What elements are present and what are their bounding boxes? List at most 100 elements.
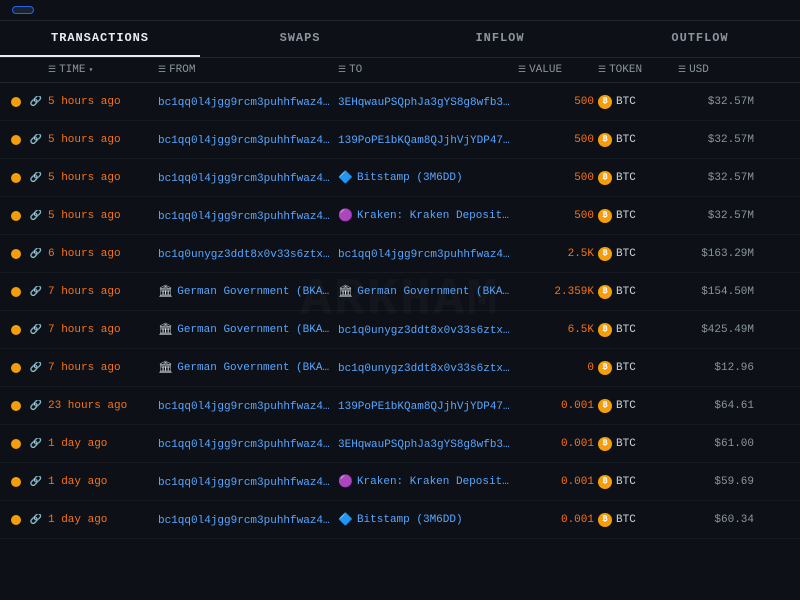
usd-cell: $32.57M xyxy=(678,172,758,184)
time-cell: 6 hours ago xyxy=(48,248,158,260)
link-icon[interactable]: 🔗 xyxy=(28,96,48,108)
table-row[interactable]: 🔗7 hours ago🏛German Government (BKA):🏛Ge… xyxy=(0,273,800,311)
usd-cell: $12.96 xyxy=(678,362,758,374)
token-cell: ₿BTC xyxy=(598,399,678,413)
link-icon[interactable]: 🔗 xyxy=(28,362,48,374)
usd-cell: $61.00 xyxy=(678,438,758,450)
to-cell[interactable]: 🔷Bitstamp (3M6DD) xyxy=(338,512,518,527)
from-cell[interactable]: bc1qq0l4jgg9rcm3puhhfwaz4… xyxy=(158,133,338,147)
token-cell: ₿BTC xyxy=(598,247,678,261)
col-usd[interactable]: ☰ USD xyxy=(678,64,758,76)
to-cell[interactable]: bc1q0unygz3ddt8x0v33s6ztx… xyxy=(338,323,518,337)
value-cell: 0.001 xyxy=(518,400,598,412)
col-to[interactable]: ☰ TO xyxy=(338,64,518,76)
from-cell[interactable]: bc1qq0l4jgg9rcm3puhhfwaz4… xyxy=(158,171,338,185)
from-cell[interactable]: bc1qq0l4jgg9rcm3puhhfwaz4… xyxy=(158,437,338,451)
value-cell: 500 xyxy=(518,134,598,146)
time-cell: 7 hours ago xyxy=(48,324,158,336)
value-cell: 2.359K xyxy=(518,286,598,298)
status-dot xyxy=(8,249,28,259)
col-value-label: VALUE xyxy=(529,64,562,76)
link-icon[interactable]: 🔗 xyxy=(28,324,48,336)
link-icon[interactable]: 🔗 xyxy=(28,248,48,260)
value-filter-icon: ☰ xyxy=(518,65,526,75)
table-row[interactable]: 🔗5 hours agobc1qq0l4jgg9rcm3puhhfwaz4…🔷B… xyxy=(0,159,800,197)
value-cell: 0.001 xyxy=(518,514,598,526)
col-token[interactable]: ☰ TOKEN xyxy=(598,64,678,76)
from-cell[interactable]: bc1qq0l4jgg9rcm3puhhfwaz4… xyxy=(158,95,338,109)
tab-outflow[interactable]: OUTFLOW xyxy=(600,21,800,57)
status-dot xyxy=(8,439,28,449)
top-bar xyxy=(0,0,800,21)
table-row[interactable]: 🔗7 hours ago🏛German Government (BKA):bc1… xyxy=(0,311,800,349)
table-row[interactable]: 🔗1 day agobc1qq0l4jgg9rcm3puhhfwaz4…🟣Kra… xyxy=(0,463,800,501)
to-cell[interactable]: 3EHqwauPSQphJa3gYS8g8wfb3… xyxy=(338,437,518,451)
status-dot xyxy=(8,173,28,183)
tab-transactions[interactable]: TRANSACTIONS xyxy=(0,21,200,57)
status-dot xyxy=(8,477,28,487)
time-cell: 5 hours ago xyxy=(48,134,158,146)
link-icon[interactable]: 🔗 xyxy=(28,286,48,298)
token-cell: ₿BTC xyxy=(598,133,678,147)
col-value[interactable]: ☰ VALUE xyxy=(518,64,598,76)
from-cell[interactable]: 🏛German Government (BKA): xyxy=(158,284,338,299)
tab-inflow[interactable]: INFLOW xyxy=(400,21,600,57)
value-cell: 0 xyxy=(518,362,598,374)
from-cell[interactable]: 🏛German Government (BKA): xyxy=(158,360,338,375)
tab-swaps[interactable]: SWAPS xyxy=(200,21,400,57)
to-cell[interactable]: 🟣Kraken: Kraken Deposit … xyxy=(338,208,518,223)
status-dot xyxy=(8,211,28,221)
to-cell[interactable]: bc1q0unygz3ddt8x0v33s6ztx… xyxy=(338,361,518,375)
value-cell: 500 xyxy=(518,96,598,108)
from-cell[interactable]: bc1qq0l4jgg9rcm3puhhfwaz4… xyxy=(158,475,338,489)
value-cell: 2.5K xyxy=(518,248,598,260)
time-cell: 1 day ago xyxy=(48,438,158,450)
table-row[interactable]: 🔗1 day agobc1qq0l4jgg9rcm3puhhfwaz4…3EHq… xyxy=(0,425,800,463)
value-cell: 0.001 xyxy=(518,476,598,488)
token-cell: ₿BTC xyxy=(598,171,678,185)
time-cell: 7 hours ago xyxy=(48,362,158,374)
to-cell[interactable]: 🏛German Government (BKA): xyxy=(338,284,518,299)
col-time-label: TIME xyxy=(59,64,85,76)
table-row[interactable]: 🔗23 hours agobc1qq0l4jgg9rcm3puhhfwaz4…1… xyxy=(0,387,800,425)
table-row[interactable]: 🔗1 day agobc1qq0l4jgg9rcm3puhhfwaz4…🔷Bit… xyxy=(0,501,800,539)
table-row[interactable]: 🔗6 hours agobc1q0unygz3ddt8x0v33s6ztx…bc… xyxy=(0,235,800,273)
time-cell: 1 day ago xyxy=(48,514,158,526)
link-icon[interactable]: 🔗 xyxy=(28,476,48,488)
from-cell[interactable]: bc1q0unygz3ddt8x0v33s6ztx… xyxy=(158,247,338,261)
from-cell[interactable]: bc1qq0l4jgg9rcm3puhhfwaz4… xyxy=(158,209,338,223)
from-cell[interactable]: bc1qq0l4jgg9rcm3puhhfwaz4… xyxy=(158,399,338,413)
status-dot xyxy=(8,401,28,411)
link-icon[interactable]: 🔗 xyxy=(28,514,48,526)
link-icon[interactable]: 🔗 xyxy=(28,134,48,146)
col-from[interactable]: ☰ FROM xyxy=(158,64,338,76)
token-cell: ₿BTC xyxy=(598,209,678,223)
to-cell[interactable]: 3EHqwauPSQphJa3gYS8g8wfb3… xyxy=(338,95,518,109)
to-cell[interactable]: bc1qq0l4jgg9rcm3puhhfwaz4… xyxy=(338,247,518,261)
table-row[interactable]: 🔗5 hours agobc1qq0l4jgg9rcm3puhhfwaz4…🟣K… xyxy=(0,197,800,235)
token-cell: ₿BTC xyxy=(598,285,678,299)
filter-badge[interactable] xyxy=(12,6,34,14)
link-icon[interactable]: 🔗 xyxy=(28,400,48,412)
tab-bar: TRANSACTIONS SWAPS INFLOW OUTFLOW xyxy=(0,21,800,58)
status-dot xyxy=(8,325,28,335)
from-cell[interactable]: 🏛German Government (BKA): xyxy=(158,322,338,337)
token-cell: ₿BTC xyxy=(598,513,678,527)
usd-filter-icon: ☰ xyxy=(678,65,686,75)
link-icon[interactable]: 🔗 xyxy=(28,172,48,184)
table-row[interactable]: 🔗7 hours ago🏛German Government (BKA):bc1… xyxy=(0,349,800,387)
from-cell[interactable]: bc1qq0l4jgg9rcm3puhhfwaz4… xyxy=(158,513,338,527)
usd-cell: $32.57M xyxy=(678,96,758,108)
link-icon[interactable]: 🔗 xyxy=(28,438,48,450)
to-cell[interactable]: 139PoPE1bKQam8QJjhVjYDP47… xyxy=(338,133,518,147)
link-icon[interactable]: 🔗 xyxy=(28,210,48,222)
table-row[interactable]: 🔗5 hours agobc1qq0l4jgg9rcm3puhhfwaz4…13… xyxy=(0,121,800,159)
column-headers: ☰ TIME ▾ ☰ FROM ☰ TO ☰ VALUE ☰ TOKEN ☰ U… xyxy=(0,58,800,83)
to-cell[interactable]: 🟣Kraken: Kraken Deposit … xyxy=(338,474,518,489)
table-body: 🔗5 hours agobc1qq0l4jgg9rcm3puhhfwaz4…3E… xyxy=(0,83,800,583)
time-cell: 7 hours ago xyxy=(48,286,158,298)
to-cell[interactable]: 🔷Bitstamp (3M6DD) xyxy=(338,170,518,185)
to-cell[interactable]: 139PoPE1bKQam8QJjhVjYDP47… xyxy=(338,399,518,413)
table-row[interactable]: 🔗5 hours agobc1qq0l4jgg9rcm3puhhfwaz4…3E… xyxy=(0,83,800,121)
col-time[interactable]: ☰ TIME ▾ xyxy=(48,64,158,76)
